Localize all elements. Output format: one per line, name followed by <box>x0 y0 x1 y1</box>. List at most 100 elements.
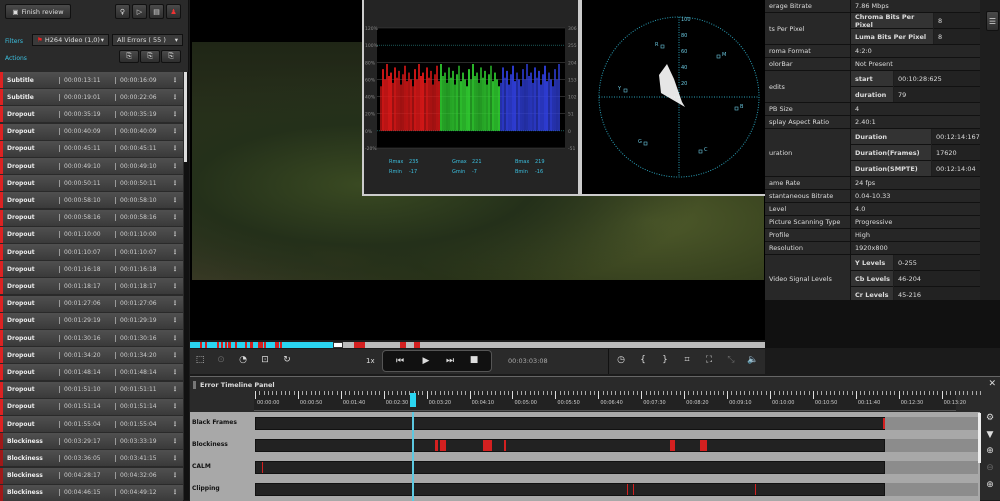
more-menu-icon[interactable]: ⋮ <box>172 249 178 256</box>
more-menu-icon[interactable]: ⋮ <box>172 128 178 135</box>
zoom-region-icon[interactable]: ⊙ <box>214 355 228 365</box>
zoom-fit-icon[interactable]: ⊕ <box>983 446 997 456</box>
error-list-item[interactable]: Subtitle 00:00:19:01 00:00:22:06 ⋮ <box>0 89 183 106</box>
track-error-marker[interactable] <box>503 440 506 451</box>
more-menu-icon[interactable]: ⋮ <box>172 111 178 118</box>
error-list-item[interactable]: Blockiness 00:04:28:17 00:04:32:06 ⋮ <box>0 467 183 484</box>
error-list-item[interactable]: Dropout 00:00:49:10 00:00:49:10 ⋮ <box>0 158 183 174</box>
fit-icon[interactable]: ⌗ <box>680 355 694 365</box>
track-error-marker[interactable] <box>435 440 438 451</box>
close-icon[interactable]: ✕ <box>988 379 996 389</box>
error-list-item[interactable]: Dropout 00:00:35:19 00:00:35:19 ⋮ <box>0 106 183 123</box>
more-menu-icon[interactable]: ⋮ <box>172 421 178 428</box>
error-list-item[interactable]: Dropout 00:01:30:16 00:01:30:16 ⋮ <box>0 330 183 346</box>
settings-icon[interactable]: ⚙ <box>983 413 997 423</box>
mark-in-icon[interactable]: { <box>636 355 650 365</box>
more-menu-icon[interactable]: ⋮ <box>172 180 178 187</box>
speed-label[interactable]: 1x <box>366 357 375 365</box>
filter-icon[interactable]: ▼ <box>983 430 997 440</box>
frame-icon[interactable]: ⊡ <box>258 355 272 365</box>
more-menu-icon[interactable]: ⋮ <box>172 317 178 324</box>
stop-icon[interactable]: ■ <box>467 355 481 365</box>
error-list-item[interactable]: Blockiness 00:03:29:17 00:03:33:19 ⋮ <box>0 433 183 450</box>
track-error-marker[interactable] <box>261 462 264 473</box>
zoom-out-icon[interactable]: ⊖ <box>983 463 997 473</box>
zoom-in-icon[interactable]: ⊕ <box>983 480 997 490</box>
more-menu-icon[interactable]: ⋮ <box>172 472 178 479</box>
select-tool-icon[interactable]: ⬚ <box>193 355 207 365</box>
error-list-item[interactable]: Blockiness 00:04:46:15 00:04:49:12 ⋮ <box>0 484 183 501</box>
more-menu-icon[interactable]: ⋮ <box>172 438 178 445</box>
error-list-item[interactable]: Dropout 00:01:27:06 00:01:27:06 ⋮ <box>0 295 183 312</box>
error-list-item[interactable]: Dropout 00:01:48:14 00:01:48:14 ⋮ <box>0 364 183 381</box>
playhead-handle[interactable] <box>410 393 417 407</box>
action-icon-3[interactable]: ⎘ <box>161 50 181 63</box>
more-menu-icon[interactable]: ⋮ <box>172 455 178 462</box>
exit-fullscreen-icon[interactable]: ⤡ <box>724 355 738 365</box>
error-list-item[interactable]: Dropout 00:00:50:11 00:00:50:11 ⋮ <box>0 175 183 192</box>
volume-icon[interactable]: 🔈 <box>746 355 760 365</box>
error-list-item[interactable]: Dropout 00:00:40:09 00:00:40:09 ⋮ <box>0 123 183 140</box>
more-menu-icon[interactable]: ⋮ <box>172 489 178 496</box>
more-menu-icon[interactable]: ⋮ <box>172 197 178 204</box>
playhead[interactable] <box>412 412 415 501</box>
loop-icon[interactable]: ↻ <box>280 355 294 365</box>
settings-sliders-icon[interactable]: ☰ <box>986 11 999 31</box>
list-scrollbar[interactable] <box>184 72 188 500</box>
error-list-item[interactable]: Subtitle 00:00:13:11 00:00:16:09 ⋮ <box>0 72 183 88</box>
track-bar[interactable] <box>255 439 885 452</box>
more-menu-icon[interactable]: ⋮ <box>172 214 178 221</box>
seek-bar[interactable] <box>190 342 765 348</box>
timeline-scrollbar[interactable] <box>978 413 981 463</box>
track-error-marker[interactable] <box>754 484 757 495</box>
more-menu-icon[interactable]: ⋮ <box>172 283 178 290</box>
more-menu-icon[interactable]: ⋮ <box>172 352 178 359</box>
error-list-item[interactable]: Dropout 00:01:10:07 00:01:10:07 ⋮ <box>0 244 183 260</box>
track-error-marker[interactable] <box>669 440 675 451</box>
track-error-marker[interactable] <box>439 440 446 451</box>
error-list-item[interactable]: Dropout 00:01:55:04 00:01:55:04 ⋮ <box>0 416 183 432</box>
error-list-item[interactable]: Dropout 00:01:51:10 00:01:51:11 ⋮ <box>0 381 183 398</box>
more-menu-icon[interactable]: ⋮ <box>172 94 178 101</box>
action-icon-1[interactable]: ⎘ <box>119 50 139 63</box>
action-icon-2[interactable]: ⎘ <box>140 50 160 63</box>
more-menu-icon[interactable]: ⋮ <box>172 300 178 307</box>
time-ruler[interactable]: 00:00:00 00:00:50 00:01:40 00:02:30 00:03:20… <box>254 391 982 411</box>
timecode-display[interactable]: 00:03:03:08 <box>508 357 548 365</box>
error-list-item[interactable]: Dropout 00:01:51:14 00:01:51:14 ⋮ <box>0 398 183 415</box>
more-menu-icon[interactable]: ⋮ <box>172 77 178 84</box>
track-error-marker[interactable] <box>700 440 708 451</box>
error-list-item[interactable]: Dropout 00:00:58:16 00:00:58:16 ⋮ <box>0 209 183 226</box>
error-list-item[interactable]: Dropout 00:00:45:11 00:00:45:11 ⋮ <box>0 140 183 157</box>
more-menu-icon[interactable]: ⋮ <box>172 386 178 393</box>
seek-handle[interactable] <box>333 342 344 348</box>
track-bar[interactable] <box>255 417 885 430</box>
more-menu-icon[interactable]: ⋮ <box>172 145 178 152</box>
track-select[interactable]: ⚑ H264 Video (1,0) ▾ <box>32 34 109 46</box>
more-menu-icon[interactable]: ⋮ <box>172 369 178 376</box>
play-icon[interactable]: ▶ <box>419 356 433 366</box>
export-icon[interactable]: ▷ <box>132 4 147 19</box>
error-list-item[interactable]: Dropout 00:01:16:18 00:01:16:18 ⋮ <box>0 261 183 278</box>
mark-out-icon[interactable]: } <box>658 355 672 365</box>
track-error-marker[interactable] <box>626 484 629 495</box>
finish-review-button[interactable]: ▣ Finish review <box>5 4 71 19</box>
error-list-item[interactable]: Dropout 00:01:10:00 00:01:10:00 ⋮ <box>0 226 183 243</box>
more-menu-icon[interactable]: ⋮ <box>172 335 178 342</box>
error-list-item[interactable]: Dropout 00:01:34:20 00:01:34:20 ⋮ <box>0 347 183 364</box>
fullscreen-icon[interactable]: ⛶ <box>702 355 716 365</box>
error-list-item[interactable]: Dropout 00:01:18:17 00:01:18:17 ⋮ <box>0 278 183 295</box>
error-filter-select[interactable]: All Errors ( 55 ) ▾ <box>112 34 183 46</box>
track-error-marker[interactable] <box>483 440 492 451</box>
report-icon[interactable]: ▤ <box>149 4 164 19</box>
more-menu-icon[interactable]: ⋮ <box>172 163 178 170</box>
error-list-item[interactable]: Dropout 00:01:29:19 00:01:29:19 ⋮ <box>0 312 183 329</box>
track-bar[interactable] <box>255 461 885 474</box>
more-menu-icon[interactable]: ⋮ <box>172 266 178 273</box>
track-bar[interactable] <box>255 483 885 496</box>
snapshot-icon[interactable]: ◔ <box>236 355 250 365</box>
more-menu-icon[interactable]: ⋮ <box>172 403 178 410</box>
previous-icon[interactable]: ⏮ <box>393 356 407 366</box>
track-error-marker[interactable] <box>883 418 885 429</box>
next-icon[interactable]: ⏭ <box>443 356 457 366</box>
